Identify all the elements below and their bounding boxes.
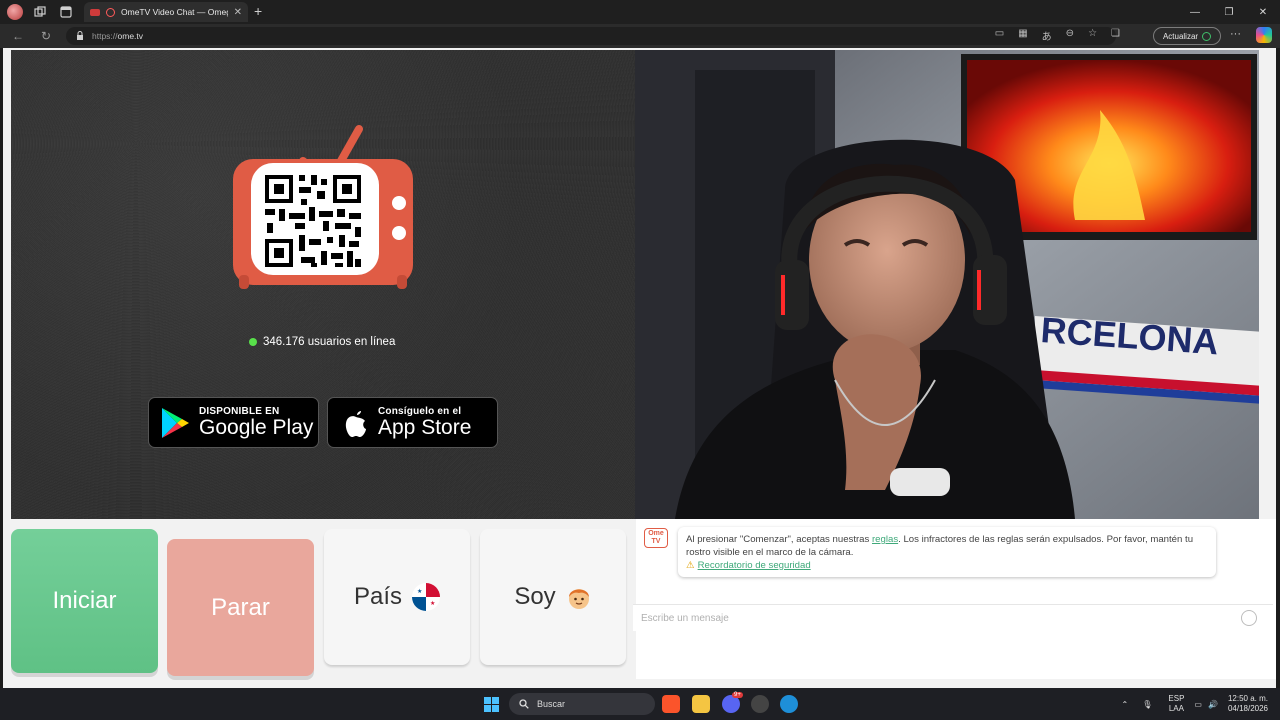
tab-ometv[interactable]: OmeTV Video Chat — Omeg ✕ <box>84 2 248 22</box>
tab-title: OmeTV Video Chat — Omeg <box>121 7 228 17</box>
online-users-indicator: 346.176 usuarios en línea <box>249 336 395 348</box>
file-explorer-icon[interactable] <box>692 695 710 713</box>
back-arrow-icon[interactable]: ← <box>8 26 28 46</box>
new-tab-icon[interactable]: + <box>254 3 262 19</box>
boy-emoji-icon <box>568 589 589 609</box>
emoji-picker-icon[interactable] <box>1241 610 1257 626</box>
online-count: 346.176 usuarios en línea <box>263 336 396 348</box>
gender-label: Soy <box>514 583 556 610</box>
google-play-icon <box>162 407 189 438</box>
copilot-icon[interactable] <box>1256 27 1272 43</box>
app-store-big: App Store <box>378 416 472 439</box>
steam-icon[interactable] <box>751 695 769 713</box>
chat-panel: Ome TV Al presionar "Comenzar", aceptas … <box>636 519 1276 679</box>
clock-time: 12:50 a. m. <box>1227 694 1268 703</box>
minimize-icon[interactable]: — <box>1178 0 1212 24</box>
ometv-logo-icon: Ome TV <box>644 528 668 548</box>
extensions-icon[interactable]: ⊖ <box>1066 28 1074 43</box>
tab-actions-icon[interactable] <box>57 3 75 21</box>
language-indicator[interactable]: ESP LAA <box>1168 694 1184 714</box>
taskbar-search[interactable]: Buscar <box>509 693 655 715</box>
update-label: Actualizar <box>1162 31 1199 41</box>
message-placeholder: Escribe un mensaje <box>641 612 729 624</box>
ometv-qr-tv-icon[interactable] <box>231 123 415 291</box>
app-store-badge[interactable]: Consíguelo en el App Store <box>327 397 498 448</box>
own-video-panel: 346.176 usuarios en línea DISPONIBLE EN … <box>11 50 635 519</box>
clock[interactable]: 12:50 a. m. 04/18/2026 <box>1228 694 1268 714</box>
windows-taskbar: Buscar 9+ ⌃ 🎙 ESP LAA ▭ 🔊 12:50 a. m. 04… <box>0 688 1280 720</box>
lang-top: ESP <box>1168 694 1185 703</box>
country-filter-button[interactable]: País ★ ★ <box>324 529 470 665</box>
recording-icon <box>106 7 115 17</box>
address-bar[interactable]: https:// ome.tv <box>66 27 1116 45</box>
search-icon <box>519 699 529 709</box>
discord-badge: 9+ <box>732 692 743 698</box>
search-placeholder: Buscar <box>537 699 566 709</box>
start-label: Iniciar <box>52 587 117 614</box>
network-icon[interactable]: ▭ <box>1194 700 1202 709</box>
lang-bottom: LAA <box>1168 704 1184 713</box>
notice-prefix: Al presionar "Comenzar", aceptas nuestra… <box>686 534 872 545</box>
favorite-star-icon[interactable]: ☆ <box>1088 28 1097 43</box>
profile-avatar[interactable] <box>7 4 23 20</box>
collections-icon[interactable]: ❏ <box>1111 28 1120 43</box>
start-button[interactable]: Iniciar <box>11 529 158 673</box>
online-dot-icon <box>249 338 257 346</box>
lock-icon[interactable] <box>76 30 84 42</box>
restore-icon[interactable]: ❐ <box>1212 0 1246 24</box>
partner-video-panel: RCELONA <box>635 50 1259 519</box>
update-button[interactable]: Actualizar <box>1153 27 1221 45</box>
more-menu-icon[interactable]: ··· <box>1230 28 1241 40</box>
window-controls: — ❐ ✕ <box>1178 0 1280 24</box>
clock-date: 04/18/2026 <box>1227 704 1268 713</box>
apps-icon[interactable]: ▦ <box>1018 28 1027 43</box>
address-bar-actions: ▭ ▦ あ ⊖ ☆ ❏ <box>995 28 1120 43</box>
warning-icon: ⚠ <box>686 560 695 571</box>
page-viewport: 346.176 usuarios en línea DISPONIBLE EN … <box>3 48 1276 688</box>
safety-reminder-link[interactable]: Recordatorio de seguridad <box>698 560 811 571</box>
rules-notice: Al presionar "Comenzar", aceptas nuestra… <box>678 527 1216 577</box>
url-host: ome.tv <box>117 31 144 41</box>
show-hidden-icons-icon[interactable]: ⌃ <box>1122 700 1129 709</box>
apple-icon <box>345 410 366 437</box>
browser-toolbar: ← ↻ https:// ome.tv ▭ ▦ あ ⊖ ☆ ❏ <box>0 24 1280 48</box>
gender-filter-button[interactable]: Soy <box>480 529 626 665</box>
stop-label: Parar <box>211 593 270 621</box>
close-tab-icon[interactable]: ✕ <box>234 7 242 18</box>
close-window-icon[interactable]: ✕ <box>1246 0 1280 24</box>
translate-icon[interactable]: あ <box>1042 28 1052 43</box>
workspaces-icon[interactable] <box>31 3 49 21</box>
volume-icon[interactable]: 🔊 <box>1208 700 1218 709</box>
stop-button[interactable]: Parar <box>167 539 314 676</box>
google-play-badge[interactable]: DISPONIBLE EN Google Play <box>148 397 319 448</box>
google-play-big: Google Play <box>199 416 314 439</box>
browser-tab-bar: OmeTV Video Chat — Omeg ✕ + — ❐ ✕ <box>0 0 1280 24</box>
message-input[interactable]: Escribe un mensaje <box>633 604 1273 631</box>
rules-link[interactable]: reglas <box>872 534 898 545</box>
partner-webcam-image: RCELONA <box>635 50 1259 519</box>
url-scheme: https:// <box>92 31 118 41</box>
refresh-icon[interactable]: ↻ <box>36 26 56 46</box>
windows-start-icon[interactable] <box>484 697 499 712</box>
panama-flag-icon: ★ ★ <box>412 583 441 611</box>
edge-icon[interactable] <box>780 695 798 713</box>
update-status-icon <box>1202 31 1212 41</box>
camera-icon[interactable]: ▭ <box>995 28 1004 43</box>
system-tray: ⌃ 🎙 ESP LAA ▭ 🔊 12:50 a. m. 04/18/2026 <box>1122 688 1280 720</box>
microphone-icon[interactable]: 🎙 <box>1142 700 1152 709</box>
country-label: País <box>353 583 403 610</box>
brave-icon[interactable] <box>662 695 680 713</box>
ometv-favicon-icon <box>90 8 100 16</box>
